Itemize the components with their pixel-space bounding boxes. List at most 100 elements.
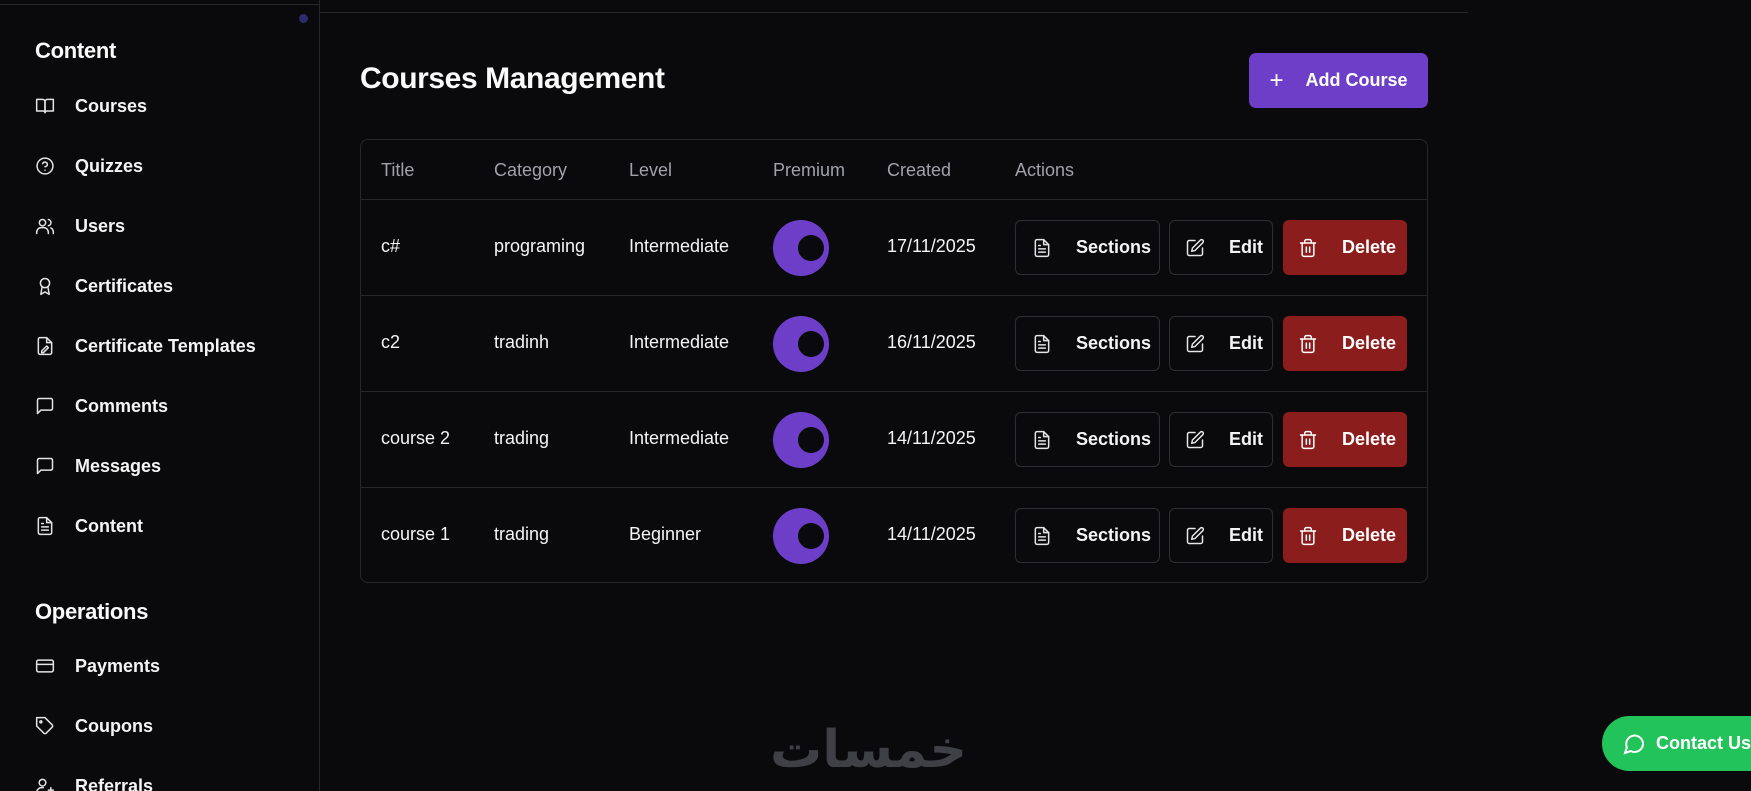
delete-button[interactable]: Delete — [1283, 220, 1407, 275]
sidebar-item-label: Coupons — [75, 715, 153, 736]
award-icon — [35, 276, 55, 296]
file-signature-icon — [35, 336, 55, 356]
delete-label: Delete — [1342, 333, 1397, 353]
user-plus-icon — [35, 776, 55, 791]
sidebar-item-users[interactable]: Users — [35, 208, 125, 244]
course-level: Intermediate — [629, 236, 730, 256]
chat-bubble-icon — [1623, 734, 1645, 755]
column-header-level: Level — [629, 160, 673, 180]
premium-toggle[interactable] — [773, 220, 829, 276]
trash-icon — [1299, 430, 1317, 449]
edit-button[interactable]: Edit — [1169, 220, 1273, 275]
book-icon — [35, 96, 55, 116]
column-header-created: Created — [887, 160, 952, 180]
premium-toggle[interactable] — [773, 316, 829, 372]
edit-button[interactable]: Edit — [1169, 508, 1273, 563]
table-row: course 2 trading Intermediate 14/11/2025… — [361, 392, 1427, 488]
course-level: Intermediate — [629, 332, 730, 352]
premium-toggle[interactable] — [773, 508, 829, 564]
contact-us-button[interactable]: Contact Us — [1602, 716, 1751, 771]
edit-label: Edit — [1229, 237, 1263, 257]
delete-label: Delete — [1342, 237, 1397, 257]
tag-icon — [35, 716, 55, 736]
course-created-date: 17/11/2025 — [887, 236, 976, 256]
file-text-icon — [35, 516, 55, 536]
sidebar: Content Courses Quizzes Users Certificat… — [0, 0, 320, 791]
edit-button[interactable]: Edit — [1169, 412, 1273, 467]
nav-section-operations-title: Operations — [35, 599, 149, 624]
sections-button[interactable]: Sections — [1015, 220, 1160, 275]
edit-icon — [1186, 430, 1205, 448]
sidebar-item-courses[interactable]: Courses — [35, 88, 147, 124]
sections-button[interactable]: Sections — [1015, 412, 1160, 467]
premium-toggle[interactable] — [773, 412, 829, 468]
courses-table: Title Category Level Premium Created Act… — [360, 139, 1428, 583]
message-square-icon — [35, 456, 55, 476]
sidebar-divider — [0, 4, 319, 5]
help-circle-icon — [35, 156, 55, 176]
credit-card-icon — [35, 656, 55, 676]
file-text-icon — [1034, 238, 1050, 257]
table-row: c# programing Intermediate 17/11/2025 Se… — [361, 200, 1427, 296]
course-title: c2 — [381, 332, 401, 352]
course-category: trading — [494, 524, 550, 544]
edit-icon — [1186, 334, 1205, 352]
course-category: tradinh — [494, 332, 550, 352]
column-header-category: Category — [494, 160, 568, 180]
delete-button[interactable]: Delete — [1283, 316, 1407, 371]
sidebar-item-quizzes[interactable]: Quizzes — [35, 148, 143, 184]
sidebar-item-label: Certificates — [75, 275, 174, 296]
sections-label: Sections — [1076, 525, 1152, 545]
add-course-button[interactable]: + Add Course — [1249, 53, 1428, 108]
delete-button[interactable]: Delete — [1283, 508, 1407, 563]
add-course-label: Add Course — [1305, 70, 1408, 90]
course-title: course 2 — [381, 428, 451, 448]
column-header-actions: Actions — [1015, 160, 1075, 180]
sidebar-item-label: Messages — [75, 455, 162, 476]
sections-button[interactable]: Sections — [1015, 508, 1160, 563]
sidebar-item-certificates[interactable]: Certificates — [35, 268, 173, 304]
sidebar-item-certificate-templates[interactable]: Certificate Templates — [35, 328, 256, 364]
toggle-knob — [798, 523, 824, 549]
sidebar-item-coupons[interactable]: Coupons — [35, 708, 153, 744]
sidebar-item-content[interactable]: Content — [35, 508, 143, 544]
message-square-icon — [35, 396, 55, 416]
sidebar-item-label: Comments — [75, 395, 169, 416]
users-icon — [35, 216, 55, 236]
course-title: course 1 — [381, 524, 451, 544]
khamsat-watermark: خمسات — [770, 720, 968, 780]
file-text-icon — [1034, 334, 1050, 353]
trash-icon — [1299, 526, 1317, 545]
sidebar-item-label: Courses — [75, 95, 148, 116]
toggle-knob — [798, 235, 824, 261]
course-category: trading — [494, 428, 550, 448]
delete-label: Delete — [1342, 429, 1397, 449]
sidebar-item-messages[interactable]: Messages — [35, 448, 161, 484]
page-title: Courses Management — [360, 62, 665, 95]
sidebar-item-comments[interactable]: Comments — [35, 388, 168, 424]
course-created-date: 14/11/2025 — [887, 524, 976, 544]
toggle-knob — [798, 331, 824, 357]
table-row: c2 tradinh Intermediate 16/11/2025 Secti… — [361, 296, 1427, 392]
sidebar-item-label: Certificate Templates — [75, 335, 256, 356]
sidebar-item-payments[interactable]: Payments — [35, 648, 160, 684]
sections-label: Sections — [1076, 429, 1152, 449]
course-level: Beginner — [629, 524, 702, 544]
scroll-indicator-dot — [299, 14, 308, 23]
delete-button[interactable]: Delete — [1283, 412, 1407, 467]
edit-icon — [1186, 526, 1205, 544]
toggle-knob — [798, 427, 824, 453]
sidebar-item-label: Payments — [75, 655, 161, 676]
trash-icon — [1299, 334, 1317, 353]
sidebar-item-label: Referrals — [75, 775, 154, 791]
course-title: c# — [381, 236, 401, 256]
edit-label: Edit — [1229, 333, 1263, 353]
course-created-date: 16/11/2025 — [887, 332, 976, 352]
trash-icon — [1299, 238, 1317, 257]
nav-section-content-title: Content — [35, 38, 116, 63]
sections-label: Sections — [1076, 333, 1152, 353]
edit-button[interactable]: Edit — [1169, 316, 1273, 371]
sidebar-item-referrals[interactable]: Referrals — [35, 768, 153, 791]
sections-button[interactable]: Sections — [1015, 316, 1160, 371]
column-header-title: Title — [381, 160, 415, 180]
